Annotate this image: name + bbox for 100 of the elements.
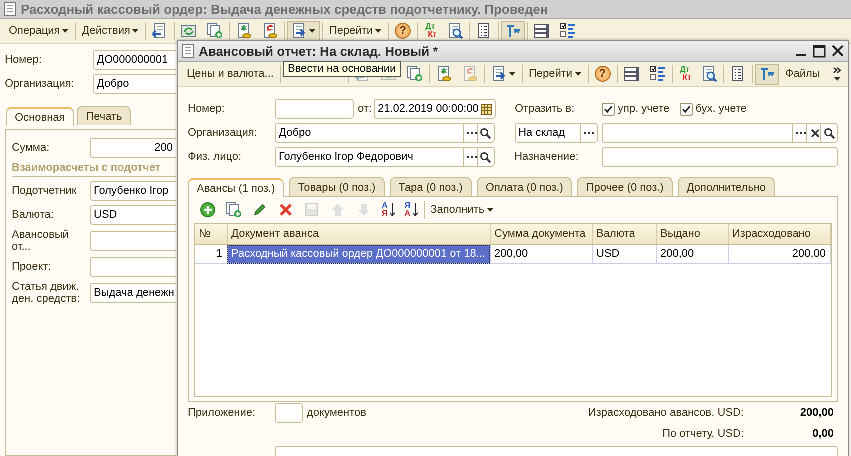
field-label: Приложение: bbox=[188, 407, 257, 419]
tab[interactable]: Основная bbox=[6, 107, 74, 126]
tab[interactable]: Оплата (0 поз.) bbox=[476, 177, 572, 196]
pencil-icon bbox=[252, 202, 268, 218]
field-label: Валюта: bbox=[12, 209, 55, 221]
total-value: 0,00 bbox=[812, 428, 834, 440]
column-header[interactable]: Документ аванса bbox=[227, 224, 490, 244]
total-value: 200,00 bbox=[799, 407, 834, 419]
checklist-icon bbox=[650, 66, 666, 82]
column-header[interactable]: Сумма документа bbox=[490, 224, 592, 244]
search-icon bbox=[480, 152, 492, 162]
toolbar-button[interactable] bbox=[287, 20, 320, 42]
caret-icon bbox=[62, 29, 70, 33]
table-cell[interactable]: USD bbox=[592, 244, 656, 264]
tab[interactable]: Печать bbox=[77, 106, 132, 125]
toolbar-button[interactable]: Дт Кт bbox=[420, 20, 441, 42]
field-label: Организация: bbox=[5, 78, 76, 90]
number-field[interactable] bbox=[275, 99, 354, 119]
organization-field[interactable]: Добро bbox=[93, 74, 176, 94]
menu-button[interactable]: Заполнить bbox=[426, 200, 498, 220]
column-header[interactable]: Израсходовано bbox=[728, 224, 830, 244]
warehouse-field[interactable]: На склад bbox=[514, 123, 598, 143]
arrow-up-icon bbox=[330, 202, 346, 218]
caret-icon bbox=[132, 29, 140, 33]
section-heading: Взаиморасчеты с подотчет bbox=[12, 162, 176, 177]
purpose-field[interactable] bbox=[602, 147, 838, 167]
calendar-icon[interactable] bbox=[481, 104, 492, 114]
tab[interactable]: Авансы (1 поз.) bbox=[188, 178, 284, 197]
number-field[interactable]: ДО000000001 bbox=[93, 50, 176, 70]
sort-button[interactable]: А Я bbox=[378, 200, 399, 220]
search-button[interactable] bbox=[820, 124, 838, 142]
document-plus-icon bbox=[406, 66, 423, 82]
table-icon bbox=[624, 66, 640, 82]
amount-field[interactable]: 200 bbox=[90, 138, 176, 158]
field-label: Номер: bbox=[5, 54, 43, 66]
checkbox[interactable] bbox=[680, 102, 693, 116]
select-button[interactable] bbox=[462, 124, 480, 142]
checkbox-label: бух. учете bbox=[696, 103, 747, 115]
document-icon bbox=[4, 2, 16, 16]
maximize-icon[interactable] bbox=[813, 44, 826, 58]
input-field[interactable] bbox=[602, 123, 838, 143]
close-icon[interactable] bbox=[832, 45, 844, 57]
input-field[interactable] bbox=[90, 231, 176, 251]
select-button[interactable] bbox=[462, 148, 480, 166]
document-plus-icon bbox=[226, 202, 242, 218]
toolbar-button[interactable]: Цены и валюта... bbox=[183, 64, 278, 84]
menu-button[interactable]: Перейти bbox=[325, 20, 386, 42]
input-field[interactable] bbox=[90, 257, 176, 277]
search-icon bbox=[480, 128, 492, 138]
table-cell[interactable]: 200,00 bbox=[490, 244, 592, 264]
menu-button[interactable]: Операция bbox=[5, 20, 74, 42]
search-button[interactable] bbox=[476, 124, 494, 142]
help-icon: ? bbox=[395, 23, 412, 39]
caret-icon bbox=[309, 29, 316, 33]
list-icon bbox=[730, 66, 746, 82]
sort-arrow-icon bbox=[412, 203, 418, 217]
sort-arrow-icon bbox=[390, 203, 395, 217]
column-header[interactable]: Выдано bbox=[656, 224, 728, 244]
table-cell[interactable]: Расходный кассовый ордер ДО000000001 от 18... bbox=[227, 244, 490, 264]
input-field[interactable]: Голубенко Ігор bbox=[90, 181, 176, 201]
toolbar-button[interactable]: ? bbox=[391, 20, 416, 42]
field-label: Сумма: bbox=[12, 142, 51, 154]
input-field[interactable]: USD bbox=[90, 205, 176, 225]
field-label: Номер: bbox=[188, 103, 226, 115]
toolbar-button[interactable]: ? bbox=[590, 64, 615, 84]
table-icon bbox=[534, 23, 550, 39]
tab[interactable]: Дополнительно bbox=[678, 177, 776, 196]
sort-button[interactable]: Я А bbox=[400, 200, 422, 220]
organization-field[interactable]: Добро bbox=[275, 123, 495, 143]
search-button[interactable] bbox=[476, 148, 494, 166]
menu-button[interactable]: Действия bbox=[78, 20, 144, 42]
tab[interactable]: Товары (0 поз.) bbox=[289, 177, 385, 196]
caret-icon bbox=[508, 72, 516, 76]
field-label: от: bbox=[357, 103, 373, 115]
help-icon: ? bbox=[594, 66, 611, 82]
tab[interactable]: Тара (0 поз.) bbox=[390, 177, 472, 196]
toolbar-button[interactable]: Файлы bbox=[781, 64, 824, 84]
person-field[interactable]: Голубенко Ігор Федорович bbox=[275, 147, 495, 167]
column-header[interactable]: Валюта bbox=[592, 224, 656, 244]
search-icon bbox=[824, 128, 835, 138]
date-field[interactable]: 21.02.2019 00:00:00 bbox=[374, 99, 496, 119]
column-header[interactable]: № bbox=[195, 224, 227, 244]
tab[interactable]: Прочее (0 поз.) bbox=[577, 177, 673, 196]
overflow-chevron-icon[interactable] bbox=[833, 66, 842, 82]
menu-button[interactable]: Перейти bbox=[524, 64, 586, 84]
tooltip: Ввести на основании bbox=[283, 61, 402, 77]
table-cell[interactable]: 200,00 bbox=[656, 244, 728, 264]
caret-icon bbox=[375, 29, 382, 33]
add-icon bbox=[200, 202, 216, 218]
table-cell[interactable]: 200,00 bbox=[728, 244, 830, 264]
debit-credit-icon: Дт Кт bbox=[424, 23, 437, 39]
toolbar-button[interactable]: Дт Кт bbox=[674, 64, 696, 84]
input-field[interactable]: Выдача денежн bbox=[90, 283, 176, 303]
document-coins-icon bbox=[462, 66, 478, 82]
arrow-down-icon bbox=[356, 202, 372, 218]
field-label: Назначение: bbox=[514, 151, 580, 163]
checkbox[interactable] bbox=[602, 102, 615, 116]
field-label: Организация: bbox=[188, 127, 258, 139]
attachment-count-field[interactable] bbox=[275, 403, 303, 423]
caret-icon bbox=[486, 208, 494, 212]
